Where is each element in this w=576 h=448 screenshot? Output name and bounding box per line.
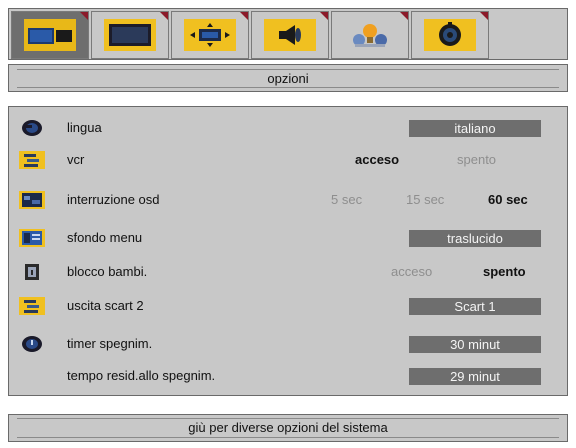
sleep-timer-icon bbox=[19, 335, 45, 353]
child-lock-option-on[interactable]: acceso bbox=[391, 264, 432, 279]
scart-output-icon bbox=[19, 297, 45, 315]
divider bbox=[17, 418, 559, 419]
tab-corner-marker bbox=[320, 12, 328, 20]
option-row-scart-output[interactable]: uscita scart 2 Scart 1 bbox=[9, 291, 567, 323]
divider bbox=[17, 69, 559, 70]
osd-timeout-icon bbox=[19, 191, 45, 209]
screen-tab-icon bbox=[104, 19, 156, 51]
menu-background-icon bbox=[19, 229, 45, 247]
child-lock-icon bbox=[19, 263, 45, 281]
option-label: timer spegnim. bbox=[67, 336, 153, 351]
menu-tab-bar bbox=[8, 8, 568, 60]
features-tab-icon bbox=[344, 19, 396, 51]
menu-title-bar: opzioni bbox=[8, 64, 568, 92]
tab-corner-marker bbox=[160, 12, 168, 20]
tab-corner-marker bbox=[240, 12, 248, 20]
option-row-remaining-time: tempo resid.allo spegnim. 29 minut bbox=[9, 361, 567, 393]
option-label: sfondo menu bbox=[67, 230, 143, 245]
option-label: interruzione osd bbox=[67, 192, 160, 207]
navigation-hint: giù per diverse opzioni del sistema bbox=[188, 420, 388, 435]
options-panel: lingua italiano vcr acceso spento interr… bbox=[8, 106, 568, 396]
option-row-language[interactable]: lingua italiano bbox=[9, 113, 567, 145]
tab-picture[interactable] bbox=[11, 11, 89, 59]
language-value[interactable]: italiano bbox=[409, 120, 541, 137]
vcr-option-on[interactable]: acceso bbox=[355, 152, 399, 167]
tab-size[interactable] bbox=[171, 11, 249, 59]
option-row-menu-background[interactable]: sfondo menu traslucido bbox=[9, 223, 567, 255]
picture-tab-icon bbox=[24, 19, 76, 51]
option-row-osd-timeout[interactable]: interruzione osd 5 sec 15 sec 60 sec bbox=[9, 185, 567, 217]
sleep-timer-value[interactable]: 30 minut bbox=[409, 336, 541, 353]
tab-features[interactable] bbox=[331, 11, 409, 59]
sound-tab-icon bbox=[264, 19, 316, 51]
globe-icon bbox=[19, 119, 45, 137]
divider bbox=[17, 437, 559, 438]
menu-background-value[interactable]: traslucido bbox=[409, 230, 541, 247]
option-label: uscita scart 2 bbox=[67, 298, 144, 313]
tab-screen[interactable] bbox=[91, 11, 169, 59]
scart-output-value[interactable]: Scart 1 bbox=[409, 298, 541, 315]
page-title: opzioni bbox=[267, 71, 309, 86]
child-lock-option-off[interactable]: spento bbox=[483, 264, 526, 279]
hint-bar: giù per diverse opzioni del sistema bbox=[8, 414, 568, 442]
option-label: tempo resid.allo spegnim. bbox=[67, 368, 216, 383]
option-row-sleep-timer[interactable]: timer spegnim. 30 minut bbox=[9, 329, 567, 361]
option-label: blocco bambi. bbox=[67, 264, 148, 279]
option-label: vcr bbox=[67, 152, 85, 167]
tab-corner-marker bbox=[80, 12, 88, 20]
remaining-time-value: 29 minut bbox=[409, 368, 541, 385]
divider bbox=[17, 87, 559, 88]
vcr-icon bbox=[19, 151, 45, 169]
install-tab-icon bbox=[424, 19, 476, 51]
osd-option-60sec[interactable]: 60 sec bbox=[488, 192, 528, 207]
size-tab-icon bbox=[184, 19, 236, 51]
tab-sound[interactable] bbox=[251, 11, 329, 59]
osd-option-15sec[interactable]: 15 sec bbox=[406, 192, 444, 207]
tab-corner-marker bbox=[480, 12, 488, 20]
option-label: lingua bbox=[67, 120, 102, 135]
option-row-vcr[interactable]: vcr acceso spento bbox=[9, 145, 567, 177]
tab-install[interactable] bbox=[411, 11, 489, 59]
tab-corner-marker bbox=[400, 12, 408, 20]
vcr-option-off[interactable]: spento bbox=[457, 152, 496, 167]
option-row-child-lock[interactable]: blocco bambi. acceso spento bbox=[9, 257, 567, 289]
osd-option-5sec[interactable]: 5 sec bbox=[331, 192, 362, 207]
